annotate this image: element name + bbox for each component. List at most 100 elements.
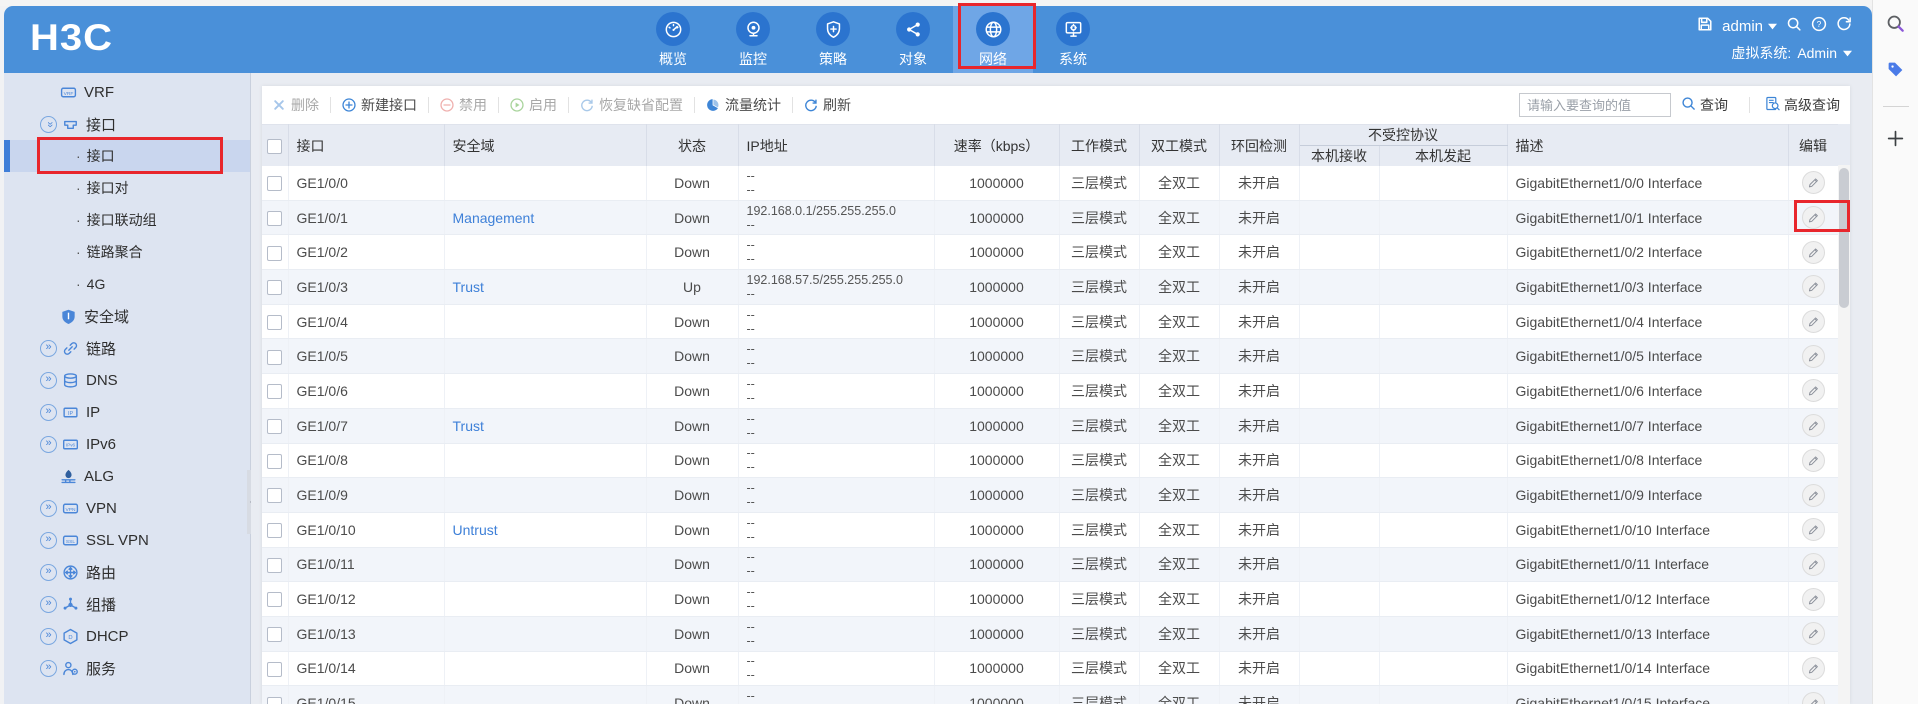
sidebar-item-dns[interactable]: » DNS bbox=[4, 364, 250, 396]
col-header-work-mode[interactable]: 工作模式 bbox=[1059, 124, 1140, 166]
expand-arrow-icon[interactable]: » bbox=[40, 115, 57, 133]
sidebar-item-interface[interactable]: · 接口 bbox=[4, 140, 250, 172]
sidebar-item-route[interactable]: » 路由 bbox=[4, 556, 250, 588]
expand-arrow-icon[interactable]: » bbox=[40, 659, 57, 677]
col-header-description[interactable]: 描述 bbox=[1507, 124, 1789, 166]
expand-arrow-icon[interactable]: » bbox=[40, 403, 57, 421]
create-interface-button[interactable]: 新建接口 bbox=[342, 95, 417, 115]
edit-button[interactable] bbox=[1801, 622, 1825, 646]
row-checkbox[interactable] bbox=[267, 314, 283, 330]
expand-arrow-icon[interactable]: » bbox=[40, 627, 57, 645]
save-icon[interactable] bbox=[1697, 16, 1713, 36]
edit-button[interactable] bbox=[1801, 275, 1825, 299]
edit-button[interactable] bbox=[1801, 587, 1825, 611]
col-header-local-send[interactable]: 本机发起 bbox=[1379, 145, 1508, 166]
sidebar-item-link[interactable]: » 链路 bbox=[4, 332, 250, 364]
col-header-duplex-mode[interactable]: 双工模式 bbox=[1139, 124, 1220, 166]
edit-button[interactable] bbox=[1801, 240, 1825, 264]
edit-button[interactable] bbox=[1801, 171, 1825, 195]
sidebar-item-security-zone[interactable]: 安全域 bbox=[4, 300, 250, 332]
edit-button[interactable] bbox=[1801, 206, 1825, 230]
row-checkbox[interactable] bbox=[267, 557, 283, 573]
scrollbar-thumb[interactable] bbox=[1839, 168, 1849, 308]
top-nav-policy[interactable]: 策略 bbox=[793, 6, 873, 73]
top-nav-system[interactable]: 系统 bbox=[1033, 6, 1113, 73]
col-header-status[interactable]: 状态 bbox=[646, 124, 739, 166]
col-header-ip-address[interactable]: IP地址 bbox=[738, 124, 935, 166]
edit-button[interactable] bbox=[1801, 656, 1825, 680]
sidebar-item-ipv6[interactable]: » IPv6 IPv6 bbox=[4, 428, 250, 460]
row-checkbox[interactable] bbox=[267, 384, 283, 400]
browser-search-icon[interactable] bbox=[1886, 14, 1905, 38]
expand-arrow-icon[interactable]: » bbox=[40, 435, 57, 453]
refresh-button[interactable]: 刷新 bbox=[804, 95, 851, 115]
sidebar-item-ip[interactable]: » IP IP bbox=[4, 396, 250, 428]
expand-arrow-icon[interactable]: » bbox=[40, 531, 57, 549]
username-menu[interactable]: admin bbox=[1722, 18, 1777, 35]
row-checkbox[interactable] bbox=[267, 280, 283, 296]
sidebar-item-interface-group[interactable]: » 接口 bbox=[4, 108, 250, 140]
search-input[interactable] bbox=[1519, 93, 1671, 117]
row-checkbox[interactable] bbox=[267, 661, 283, 677]
col-header-security-zone[interactable]: 安全域 bbox=[444, 124, 647, 166]
row-checkbox[interactable] bbox=[267, 627, 283, 643]
delete-button[interactable]: 删除 bbox=[272, 95, 319, 115]
sidebar-item-alg[interactable]: ALG bbox=[4, 460, 250, 492]
sidebar-item-multicast[interactable]: » 组播 bbox=[4, 588, 250, 620]
row-checkbox[interactable] bbox=[267, 488, 283, 504]
col-header-rate[interactable]: 速率（kbps） bbox=[934, 124, 1060, 166]
row-checkbox[interactable] bbox=[267, 523, 283, 539]
expand-arrow-icon[interactable]: » bbox=[40, 339, 57, 357]
table-scrollbar[interactable] bbox=[1838, 124, 1850, 704]
top-nav-network[interactable]: 网络 bbox=[953, 6, 1033, 73]
row-checkbox[interactable] bbox=[267, 176, 283, 192]
col-header-interface[interactable]: 接口 bbox=[288, 124, 445, 166]
edit-button[interactable] bbox=[1801, 483, 1825, 507]
edit-button[interactable] bbox=[1801, 310, 1825, 334]
row-checkbox[interactable] bbox=[267, 592, 283, 608]
expand-arrow-icon[interactable]: » bbox=[40, 371, 57, 389]
sidebar-item-vpn[interactable]: » VPN VPN bbox=[4, 492, 250, 524]
sidebar-item-interface-linkage-group[interactable]: · 接口联动组 bbox=[4, 204, 250, 236]
edit-button[interactable] bbox=[1801, 448, 1825, 472]
sidebar-item-dhcp[interactable]: » D DHCP bbox=[4, 620, 250, 652]
virtual-system-selector[interactable]: 虚拟系统: Admin bbox=[1697, 43, 1852, 63]
top-nav-overview[interactable]: 概览 bbox=[633, 6, 713, 73]
row-checkbox[interactable] bbox=[267, 696, 283, 704]
edit-button[interactable] bbox=[1801, 552, 1825, 576]
row-checkbox[interactable] bbox=[267, 349, 283, 365]
advanced-query-button[interactable]: 高级查询 bbox=[1765, 95, 1840, 115]
expand-arrow-icon[interactable]: » bbox=[40, 595, 57, 613]
row-checkbox[interactable] bbox=[267, 245, 283, 261]
sidebar-item-interface-pair[interactable]: · 接口对 bbox=[4, 172, 250, 204]
sidebar-item-ssl-vpn[interactable]: » SSL SSL VPN bbox=[4, 524, 250, 556]
browser-add-icon[interactable] bbox=[1886, 129, 1905, 153]
row-checkbox[interactable] bbox=[267, 453, 283, 469]
col-header-local-receive[interactable]: 本机接收 bbox=[1299, 145, 1380, 166]
help-icon[interactable]: ? bbox=[1811, 16, 1827, 36]
row-checkbox[interactable] bbox=[267, 210, 283, 226]
edit-button[interactable] bbox=[1801, 518, 1825, 542]
query-button[interactable]: 查询 bbox=[1681, 95, 1728, 115]
zone-link[interactable]: Trust bbox=[453, 418, 484, 434]
edit-button[interactable] bbox=[1801, 414, 1825, 438]
select-all-checkbox[interactable] bbox=[267, 138, 283, 154]
edit-button[interactable] bbox=[1801, 379, 1825, 403]
restore-default-button[interactable]: 恢复缺省配置 bbox=[580, 95, 683, 115]
browser-tag-icon[interactable] bbox=[1886, 60, 1905, 84]
top-nav-object[interactable]: 对象 bbox=[873, 6, 953, 73]
edit-button[interactable] bbox=[1801, 691, 1825, 704]
col-header-loopback-detect[interactable]: 环回检测 bbox=[1219, 124, 1300, 166]
zone-link[interactable]: Trust bbox=[453, 279, 484, 295]
top-nav-monitor[interactable]: 监控 bbox=[713, 6, 793, 73]
enable-button[interactable]: 启用 bbox=[510, 95, 557, 115]
search-icon[interactable] bbox=[1786, 16, 1802, 36]
sidebar-item-vrf[interactable]: VRF VRF bbox=[4, 76, 250, 108]
sidebar-item-service[interactable]: » 服务 bbox=[4, 652, 250, 684]
sidebar-item-4g[interactable]: · 4G bbox=[4, 268, 250, 300]
sidebar-item-link-aggregation[interactable]: · 链路聚合 bbox=[4, 236, 250, 268]
logout-icon[interactable] bbox=[1836, 16, 1852, 36]
expand-arrow-icon[interactable]: » bbox=[40, 563, 57, 581]
zone-link[interactable]: Management bbox=[453, 210, 535, 226]
disable-button[interactable]: 禁用 bbox=[440, 95, 487, 115]
